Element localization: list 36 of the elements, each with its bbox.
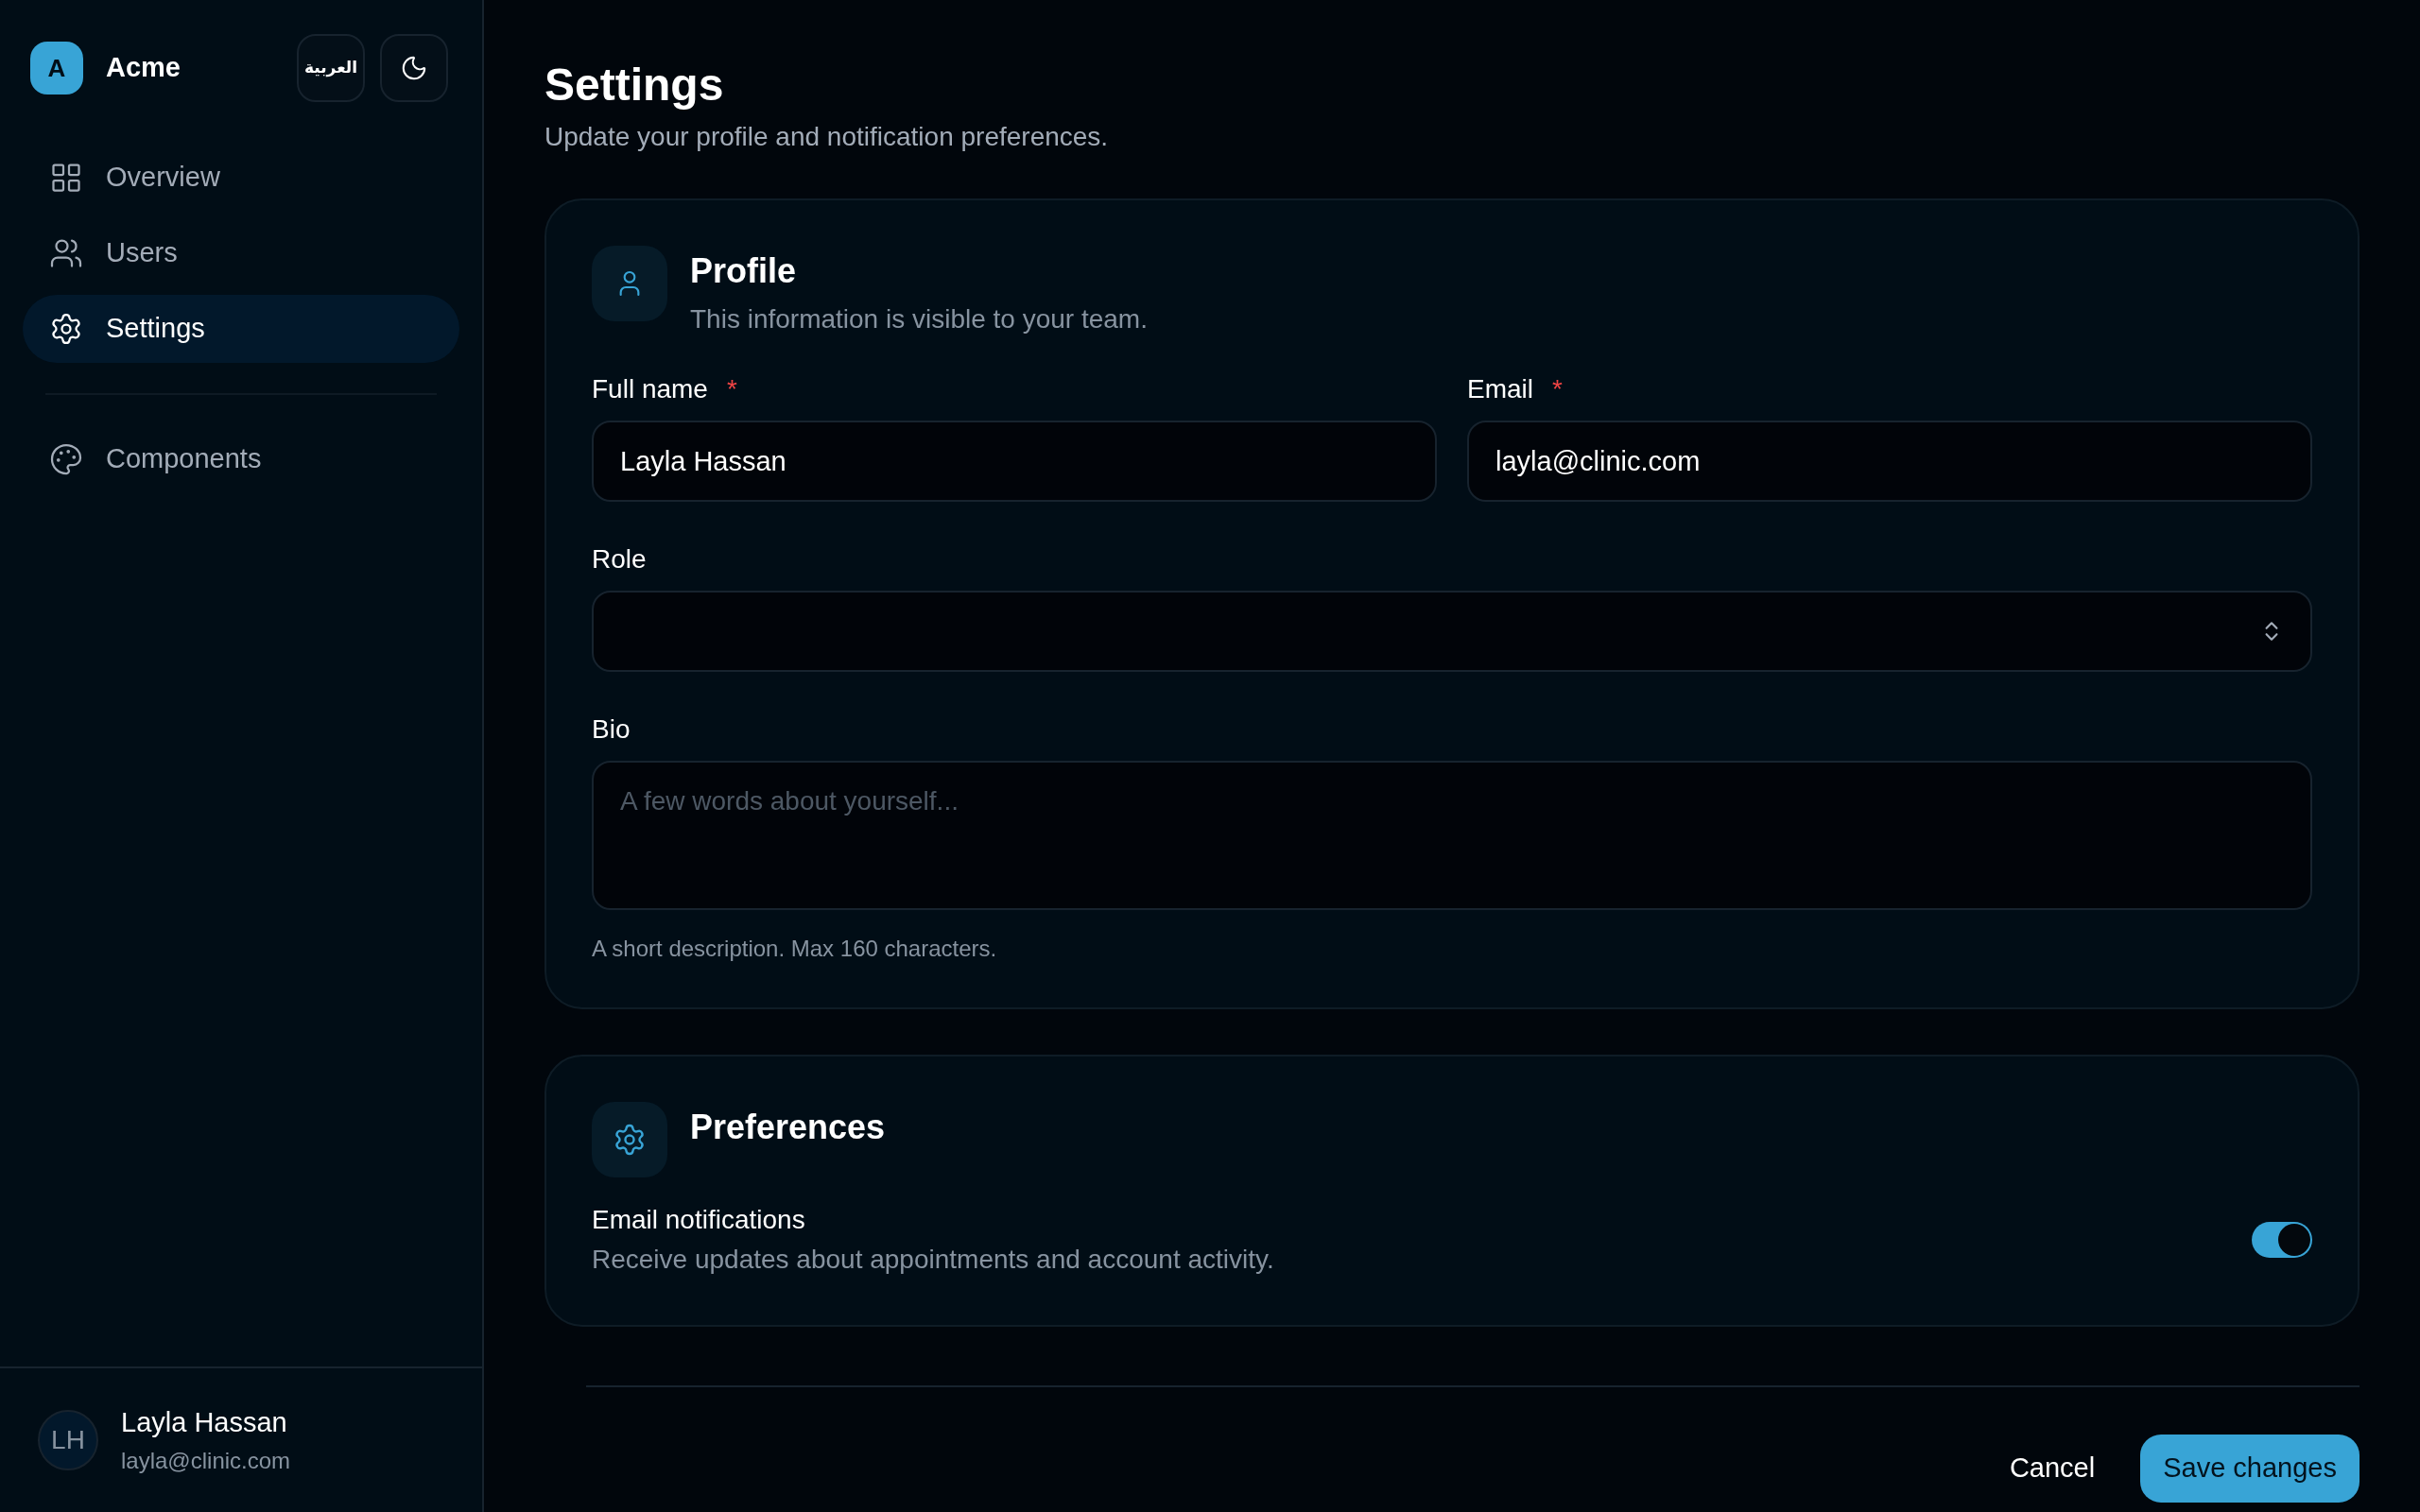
settings-icon xyxy=(49,312,83,346)
nav-item[interactable]: Components xyxy=(23,425,459,493)
field-label: Full name xyxy=(592,373,708,405)
setting-label: Email notifications xyxy=(592,1204,806,1236)
nav-item[interactable]: Settings xyxy=(23,295,459,363)
setting-description: Receive updates about appointments and account activity. xyxy=(592,1244,1274,1276)
text-field[interactable]: Layla Hassan xyxy=(592,421,1437,502)
save-button[interactable]: Save changes xyxy=(2140,1435,2360,1503)
required-asterisk: * xyxy=(1552,373,1563,405)
field-label: Role xyxy=(592,543,647,576)
moon-icon xyxy=(400,54,428,82)
brand-logo: A xyxy=(30,42,83,94)
user-name: Layla Hassan xyxy=(121,1406,288,1440)
text-field[interactable]: layla@clinic.com xyxy=(1467,421,2312,502)
field-label: Bio xyxy=(592,713,631,746)
user-email: layla@clinic.com xyxy=(121,1446,291,1475)
page-title: Settings xyxy=(544,59,725,112)
card-description: This information is visible to your team. xyxy=(690,303,1148,335)
grid-icon xyxy=(49,161,83,195)
user-avatar: LH xyxy=(38,1410,98,1470)
cancel-button[interactable]: Cancel xyxy=(1994,1435,2111,1503)
field-label: Email xyxy=(1467,373,1533,405)
brand-name: Acme xyxy=(106,51,181,85)
language-button[interactable]: العربية xyxy=(297,34,365,102)
field-hint: A short description. Max 160 characters. xyxy=(592,935,998,963)
bio-field[interactable]: A few words about yourself... xyxy=(592,761,2312,910)
page-subtitle: Update your profile and notification preferences. xyxy=(544,121,1110,153)
nav-item[interactable]: Overview xyxy=(23,144,459,212)
card-title: Profile xyxy=(690,250,798,292)
settings-icon xyxy=(613,1123,647,1157)
card-title: Preferences xyxy=(690,1107,886,1148)
palette-icon xyxy=(49,442,83,476)
toggle-switch[interactable] xyxy=(2252,1222,2312,1258)
nav-item[interactable]: Users xyxy=(23,219,459,287)
required-asterisk: * xyxy=(726,373,737,405)
theme-button[interactable] xyxy=(380,34,448,102)
